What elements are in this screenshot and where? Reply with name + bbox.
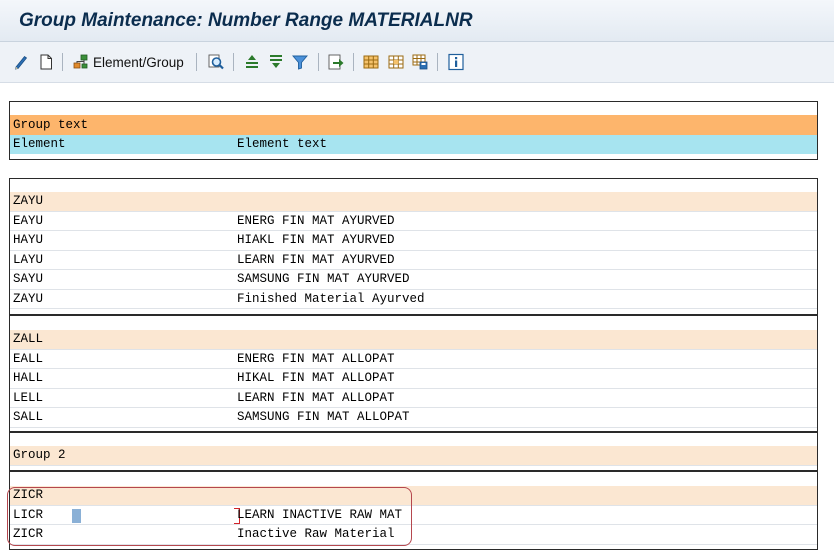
toolbar-separator [62,53,63,71]
element-group-icon [73,54,88,69]
choose-layout-button[interactable] [387,51,405,73]
element-text: Inactive Raw Material [237,527,395,542]
save-layout-icon [412,54,428,70]
element-row[interactable]: HAYU HIAKL FIN MAT AYURVED [10,231,817,251]
group-name: ZAYU [13,194,44,209]
element-code: EALL [13,351,44,366]
group-text-header-row: Group text [10,115,817,135]
element-group-button[interactable]: Element/Group [72,51,184,73]
element-text: HIKAL FIN MAT ALLOPAT [237,371,395,386]
element-row[interactable]: LAYU LEARN FIN MAT AYURVED [10,251,817,270]
sort-ascending-icon [246,55,258,68]
element-code: LICR [13,507,44,522]
toolbar-separator [437,53,438,71]
group-name: ZICR [13,488,44,503]
find-icon [208,54,224,70]
find-button[interactable] [207,51,225,73]
element-text: SAMSUNG FIN MAT ALLOPAT [237,410,410,425]
export-button[interactable] [327,51,345,73]
element-text: SAMSUNG FIN MAT AYURVED [237,272,410,287]
new-document-icon [40,54,52,70]
info-icon [448,53,464,71]
create-button[interactable] [37,51,55,73]
group-block: ZAYU EAYU ENERG FIN MAT AYURVED HAYU HIA… [9,178,818,315]
element-row[interactable]: LELL LEARN FIN MAT ALLOPAT [10,389,817,408]
element-row[interactable]: SALL SAMSUNG FIN MAT ALLOPAT [10,408,817,428]
element-code: ZAYU [13,291,44,306]
element-text: ENERG FIN MAT AYURVED [237,213,395,228]
group-block: ZICR LICR LEARN INACTIVE RAW MAT ZICR In… [9,471,818,550]
element-text: LEARN FIN MAT ALLOPAT [237,390,395,405]
toolbar-separator [196,53,197,71]
text-cursor [72,508,81,523]
pencil-icon [14,55,28,70]
element-row[interactable]: HALL HIKAL FIN MAT ALLOPAT [10,369,817,389]
element-row[interactable]: ZICR Inactive Raw Material [10,525,817,545]
element-row[interactable]: SAYU SAMSUNG FIN MAT AYURVED [10,270,817,290]
element-text: LEARN FIN MAT AYURVED [237,252,395,267]
sort-descending-button[interactable] [267,51,285,73]
element-code: SAYU [13,272,44,287]
element-row[interactable]: LICR LEARN INACTIVE RAW MAT [10,506,817,525]
filter-button[interactable] [291,51,309,73]
element-code: SALL [13,410,44,425]
element-code: LELL [13,390,44,405]
group-row[interactable]: ZICR [10,486,817,506]
page-title: Group Maintenance: Number Range MATERIAL… [19,10,473,31]
element-text-header: Element text [237,137,328,152]
information-button[interactable] [447,51,465,73]
group-row[interactable]: Group 2 [10,446,817,466]
save-layout-button[interactable] [411,51,429,73]
element-row[interactable]: ZAYU Finished Material Ayurved [10,290,817,309]
element-header-row: Element Element text [10,134,817,154]
element-text: ENERG FIN MAT ALLOPAT [237,351,395,366]
layout-button[interactable] [362,51,380,73]
group-text-header: Group text [13,117,89,132]
element-row[interactable]: EAYU ENERG FIN MAT AYURVED [10,212,817,231]
element-text: Finished Material Ayurved [237,291,425,306]
element-group-label: Element/Group [93,54,184,70]
element-text: LEARN INACTIVE RAW MAT [237,507,403,522]
toolbar-separator [318,53,319,71]
sort-descending-icon [270,55,282,68]
element-code: LAYU [13,252,44,267]
group-row[interactable]: ZALL [10,330,817,350]
column-header-block: Group text Element Element text [9,101,818,160]
element-code: HALL [13,371,44,386]
element-code: EAYU [13,213,44,228]
group-block: Group 2 [9,432,818,471]
export-icon [328,54,344,70]
title-bar: Group Maintenance: Number Range MATERIAL… [0,0,834,42]
element-row[interactable]: EALL ENERG FIN MAT ALLOPAT [10,350,817,369]
sort-ascending-button[interactable] [243,51,261,73]
filter-icon [292,55,308,70]
toolbar-separator [353,53,354,71]
group-name: ZALL [13,332,44,347]
toolbar-separator [233,53,234,71]
application-toolbar: Element/Group [0,42,834,83]
element-code: HAYU [13,233,44,248]
grid-layout-icon [363,55,379,69]
choose-layout-icon [388,55,404,69]
change-button[interactable] [12,51,30,73]
group-block: ZALL EALL ENERG FIN MAT ALLOPAT HALL HIK… [9,315,818,432]
element-text: HIAKL FIN MAT AYURVED [237,233,395,248]
work-area: Group text Element Element text ZAYU EAY… [0,83,834,551]
element-code: ZICR [13,527,44,542]
element-header: Element [13,137,66,152]
group-name: Group 2 [13,448,66,463]
group-row[interactable]: ZAYU [10,192,817,212]
